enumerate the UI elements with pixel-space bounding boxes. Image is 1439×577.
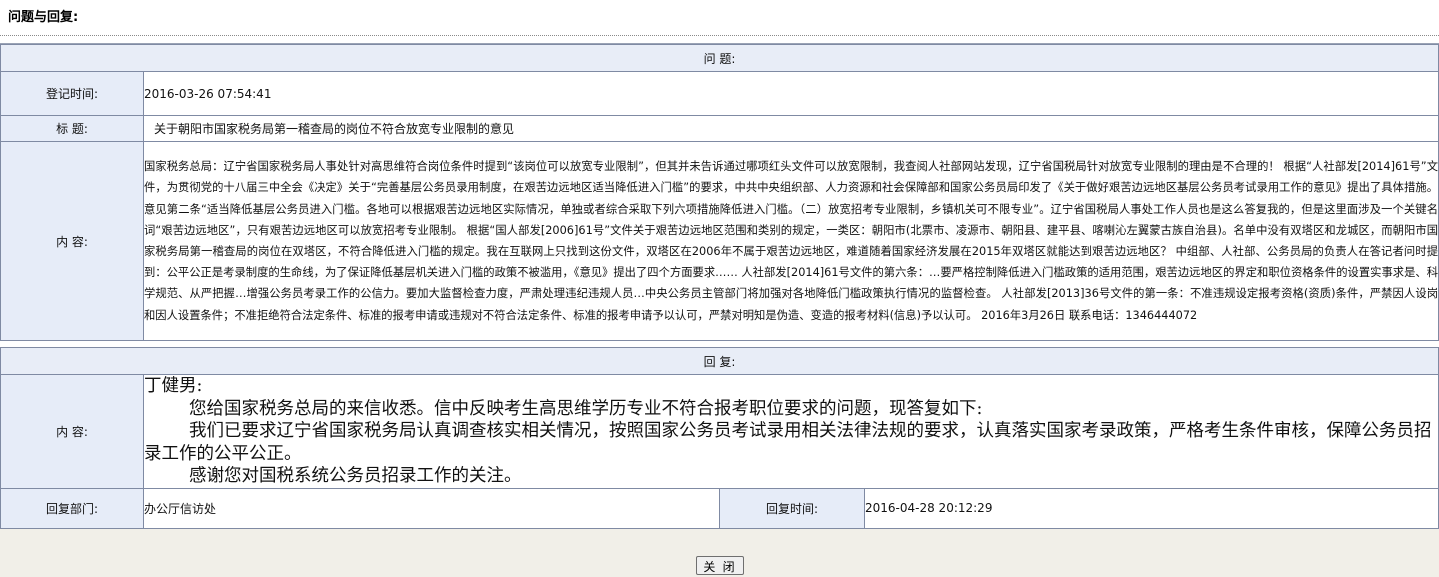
answer-greeting: 丁健男:: [144, 376, 203, 396]
answer-content-label: 内 容:: [0, 374, 144, 489]
reply-time-value: 2016-04-28 20:12:29: [864, 487, 1439, 529]
answer-section-header: 回 复:: [0, 347, 1439, 375]
reply-time-label: 回复时间:: [719, 487, 865, 529]
answer-table: 回 复: 内 容: 丁健男: 您给国家税务总局的来信收悉。信中反映考生高思维学历…: [0, 347, 1439, 529]
question-content-label: 内 容:: [0, 141, 144, 341]
answer-content: 丁健男: 您给国家税务总局的来信收悉。信中反映考生高思维学历专业不符合报考职位要…: [143, 374, 1439, 489]
reply-dept-label: 回复部门:: [0, 487, 144, 529]
reply-dept-value: 办公厅信访处: [143, 487, 720, 529]
question-content-text: 国家税务总局：辽宁省国家税务局人事处针对高思维符合岗位条件时提到“该岗位可以放宽…: [143, 141, 1439, 341]
question-table: 问 题: 登记时间: 2016-03-26 07:54:41 标 题: 关于朝阳…: [0, 44, 1439, 341]
page-title: 问题与回复:: [8, 10, 79, 25]
answer-paragraph: 感谢您对国税系统公务员招录工作的关注。: [189, 466, 522, 486]
close-button[interactable]: 关 闭: [696, 556, 744, 575]
register-time-value: 2016-03-26 07:54:41: [143, 71, 1439, 116]
subject-value: 关于朝阳市国家税务局第一稽查局的岗位不符合放宽专业限制的意见: [143, 115, 1439, 142]
register-time-label: 登记时间:: [0, 71, 144, 116]
answer-paragraph: 您给国家税务总局的来信收悉。信中反映考生高思维学历专业不符合报考职位要求的问题，…: [189, 398, 983, 419]
subject-label: 标 题:: [0, 115, 144, 142]
answer-paragraph: 我们已要求辽宁省国家税务局认真调查核实相关情况，按照国家公务员考试录用相关法律法…: [144, 421, 1432, 464]
dotted-divider: [0, 35, 1439, 36]
question-section-header: 问 题:: [0, 44, 1439, 72]
